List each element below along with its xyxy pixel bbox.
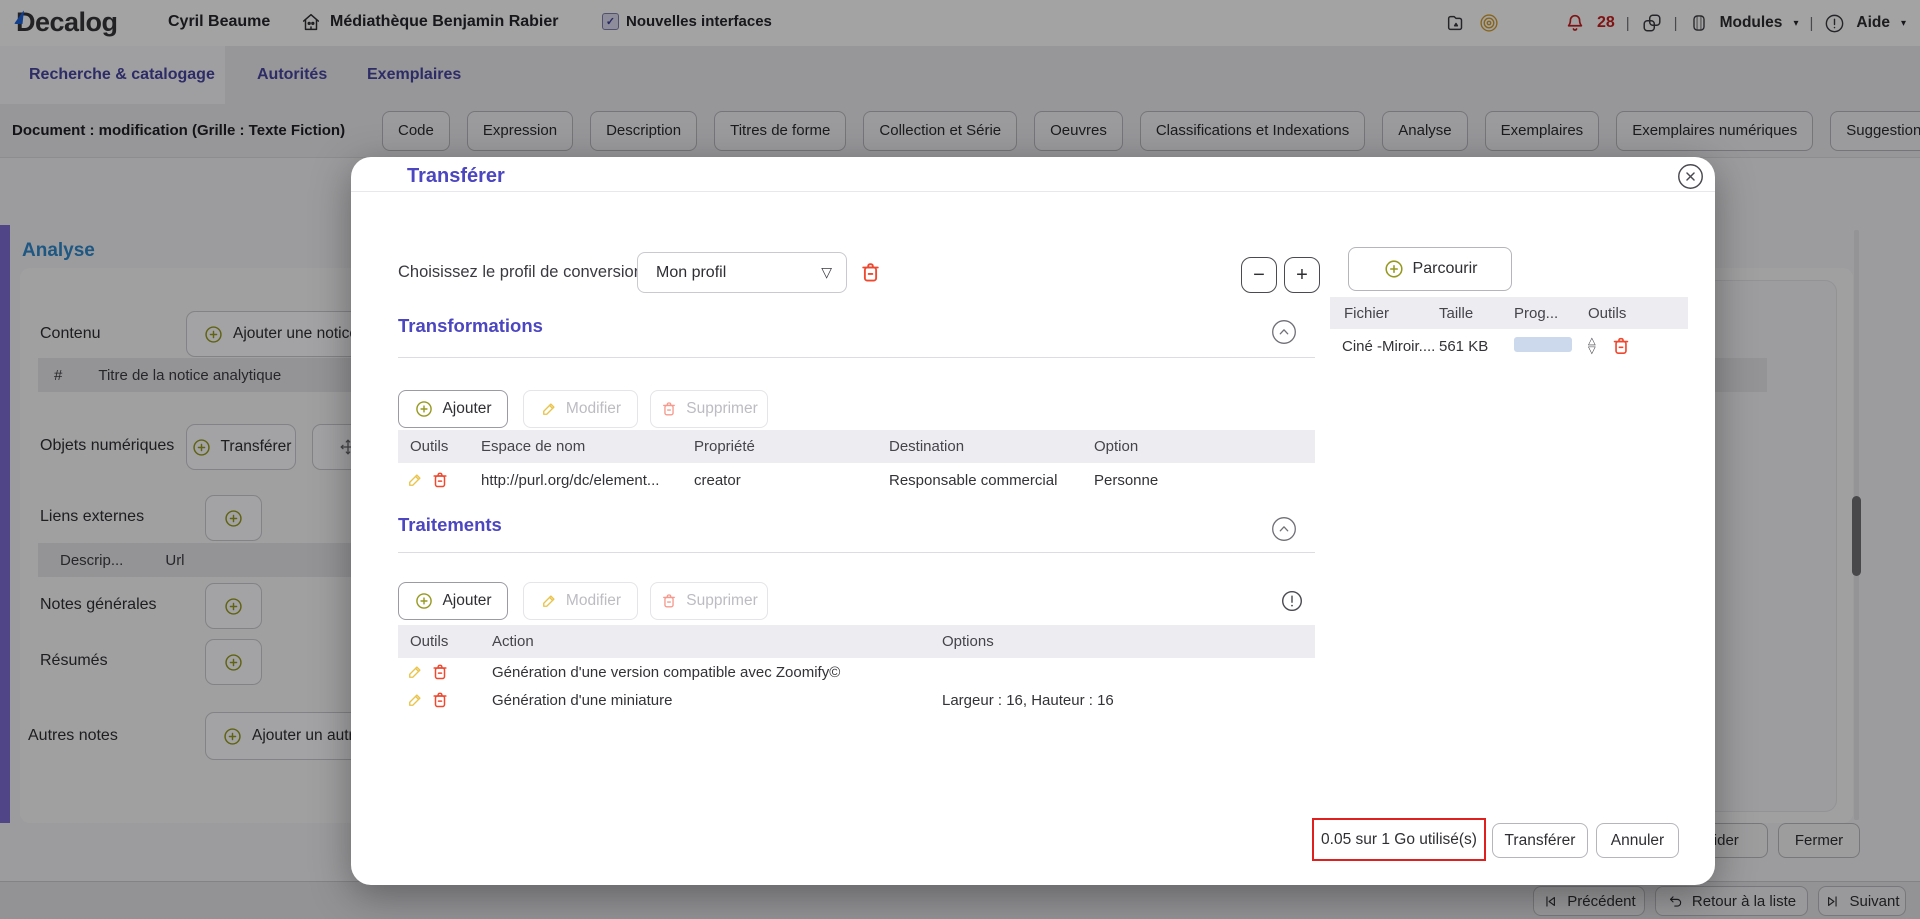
traitements-collapse-button[interactable] (1271, 516, 1297, 542)
row-tools (398, 690, 488, 710)
traitements-info-button[interactable] (1280, 589, 1304, 613)
modal-title: Transférer (407, 165, 505, 187)
move-up-down-icon[interactable]: △ ▽ (1588, 337, 1596, 356)
quota-usage-box: 0.05 sur 1 Go utilisé(s) (1312, 818, 1486, 861)
transformations-divider (398, 357, 1315, 358)
row-destination: Responsable commercial (889, 471, 1058, 489)
trash-icon (862, 263, 879, 282)
trash-icon (663, 594, 676, 608)
browse-button[interactable]: Parcourir (1348, 247, 1512, 291)
delete-row-button[interactable] (430, 690, 450, 710)
row-espace: http://purl.org/dc/element... (481, 471, 660, 489)
transformations-table-header: Outils Espace de nom Propriété Destinati… (398, 430, 1315, 463)
edit-row-button[interactable] (406, 471, 424, 489)
delete-row-button[interactable] (430, 662, 450, 682)
trash-icon (433, 664, 447, 680)
row-propriete: creator (694, 471, 741, 489)
add-label: Ajouter (442, 400, 492, 417)
file-name: Ciné -Miroir.... (1342, 337, 1435, 355)
plus-circle-icon (416, 593, 433, 609)
close-icon (1678, 164, 1703, 189)
col-destination: Destination (889, 438, 965, 455)
transfer-modal: Transférer Choisissez le profil de conve… (351, 157, 1715, 885)
profile-select-value: Mon profil (656, 263, 727, 281)
file-tools: △ ▽ (1584, 335, 1688, 357)
traitements-add-button[interactable]: Ajouter (398, 582, 508, 620)
row-action: Génération d'une miniature (492, 691, 673, 709)
edit-label: Modifier (565, 400, 622, 417)
add-label: Ajouter (442, 592, 492, 609)
chevron-up-circle-icon (1272, 517, 1296, 541)
row-action: Génération d'une version compatible avec… (492, 663, 841, 681)
traitements-delete-button[interactable]: Supprimer (650, 582, 768, 620)
trash-icon (433, 692, 447, 708)
pencil-icon (409, 474, 421, 486)
traitements-table-header: Outils Action Options (398, 625, 1315, 658)
col-espace: Espace de nom (481, 438, 586, 455)
traitement-row[interactable]: Génération d'une version compatible avec… (398, 658, 1315, 686)
col-action: Action (492, 633, 534, 650)
delete-label: Supprimer (686, 592, 758, 609)
traitements-edit-button[interactable]: Modifier (523, 582, 638, 620)
transformations-add-button[interactable]: Ajouter (398, 390, 508, 428)
file-progress-cell (1510, 336, 1584, 356)
traitements-title: Traitements (398, 514, 502, 535)
trash-icon (663, 402, 676, 416)
files-col-outils: Outils (1588, 304, 1627, 322)
plus-circle-icon (1384, 260, 1403, 278)
transformations-collapse-button[interactable] (1271, 319, 1297, 345)
row-option: Personne (1094, 471, 1159, 489)
files-table-header: Fichier Taille Prog... Outils (1330, 297, 1688, 329)
chevron-up-circle-icon (1272, 320, 1296, 344)
traitements-divider (398, 552, 1315, 553)
traitement-row[interactable]: Génération d'une miniature Largeur : 16,… (398, 686, 1315, 714)
row-options: Largeur : 16, Hauteur : 16 (942, 691, 1114, 709)
progress-bar (1514, 336, 1572, 352)
cancel-button[interactable]: Annuler (1596, 823, 1679, 858)
file-row: Ciné -Miroir.... 561 KB △ ▽ (1330, 329, 1688, 363)
file-size: 561 KB (1439, 337, 1489, 355)
trash-icon (433, 472, 447, 488)
col-options: Options (942, 633, 994, 650)
modal-close-button[interactable] (1677, 163, 1704, 190)
pencil-icon (409, 694, 421, 706)
edit-label: Modifier (565, 592, 622, 609)
cancel-label: Annuler (1610, 831, 1665, 849)
app-root: Decalog Cyril Beaume Médiathèque Benjami… (0, 0, 1920, 919)
edit-row-button[interactable] (406, 663, 424, 681)
pencil-icon (409, 666, 421, 678)
select-caret-icon: ▽ (821, 264, 832, 280)
edit-row-button[interactable] (406, 691, 424, 709)
col-propriete: Propriété (694, 438, 755, 455)
transformations-title: Transformations (398, 315, 543, 336)
row-tools (398, 470, 477, 490)
row-tools (398, 662, 488, 682)
col-outils: Outils (410, 633, 449, 650)
profile-label: Choisissez le profil de conversion (398, 263, 643, 281)
files-col-fichier: Fichier (1344, 304, 1390, 322)
info-circle-icon (1281, 590, 1303, 612)
profile-select[interactable]: Mon profil ▽ (637, 252, 847, 293)
trash-icon (1613, 337, 1628, 354)
col-option: Option (1094, 438, 1139, 455)
expand-all-button[interactable]: + (1284, 257, 1320, 293)
delete-profile-button[interactable] (858, 260, 883, 285)
delete-file-button[interactable] (1610, 335, 1632, 357)
col-outils: Outils (410, 438, 449, 455)
pencil-icon (542, 595, 555, 607)
transformations-delete-button[interactable]: Supprimer (650, 390, 768, 428)
delete-label: Supprimer (686, 400, 758, 417)
browse-label: Parcourir (1412, 260, 1478, 277)
files-col-prog: Prog... (1514, 304, 1559, 322)
plus-circle-icon (416, 401, 433, 417)
transfer-confirm-button[interactable]: Transférer (1492, 823, 1588, 858)
transformation-row[interactable]: http://purl.org/dc/element... creator Re… (398, 463, 1315, 497)
collapse-all-button[interactable]: − (1241, 257, 1277, 293)
transfer-confirm-label: Transférer (1504, 831, 1576, 849)
delete-row-button[interactable] (430, 470, 450, 490)
modal-title-divider (351, 191, 1715, 192)
files-col-taille: Taille (1439, 304, 1474, 322)
transformations-edit-button[interactable]: Modifier (523, 390, 638, 428)
pencil-icon (542, 403, 555, 415)
